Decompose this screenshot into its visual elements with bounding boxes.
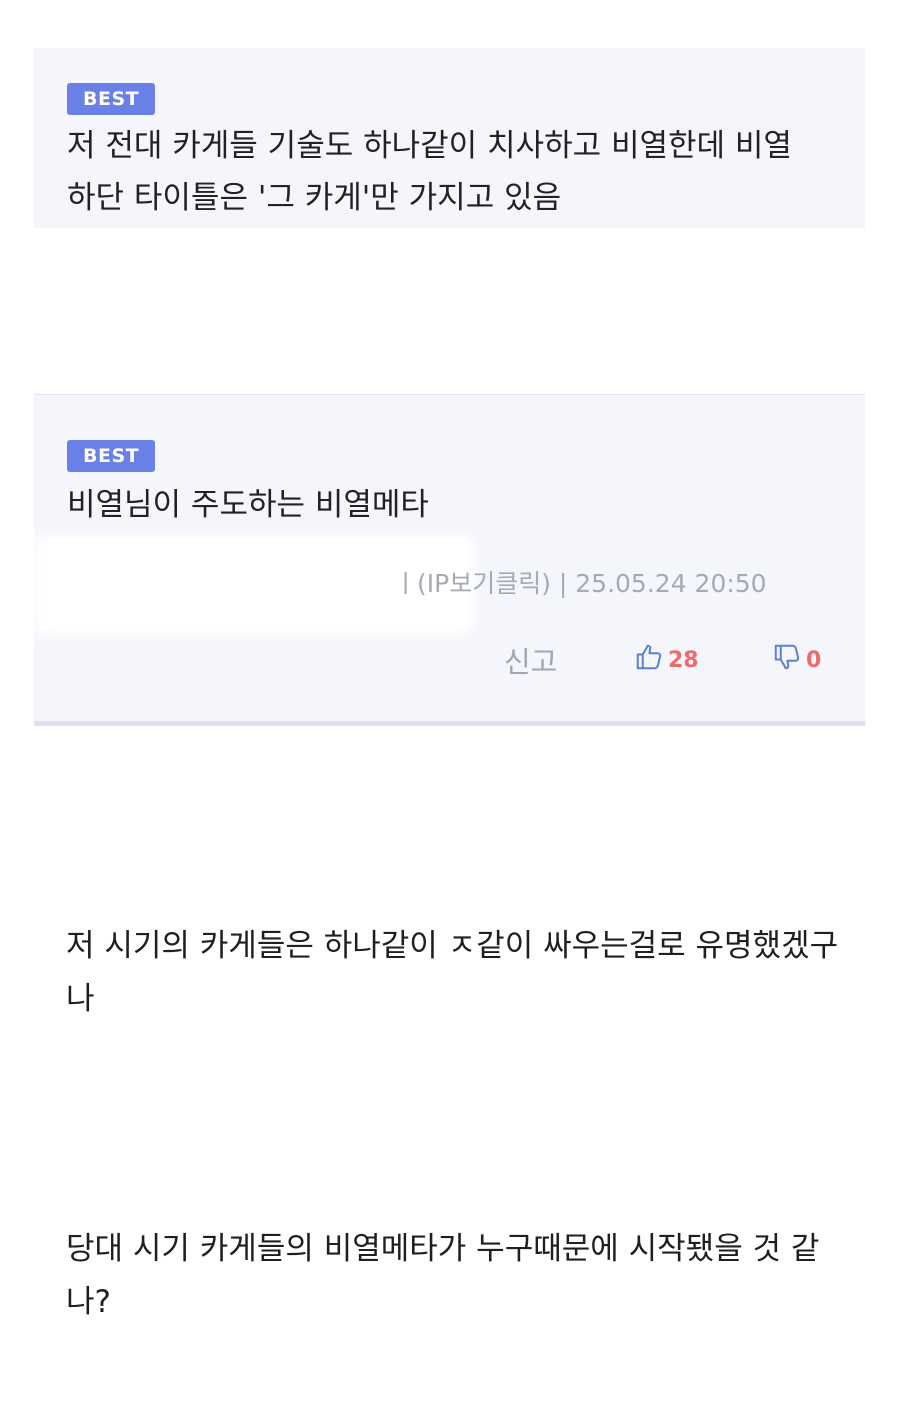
post-paragraph: 당대 시기 카게들의 비열메타가 누구때문에 시작됐을 것 같나? bbox=[66, 1231, 820, 1320]
dislike-button[interactable]: 0 bbox=[772, 641, 821, 679]
thumbs-up-icon bbox=[634, 641, 664, 679]
thumbs-down-icon bbox=[772, 641, 802, 679]
best-comment-card: BEST 비열님이 주도하는 비열메타 ㅣ(IP보기클릭) | 25.05.24… bbox=[34, 394, 865, 726]
comment-text: 저 전대 카게들 기술도 하나같이 치사하고 비열한데 비열하단 타이틀은 '그… bbox=[67, 128, 792, 216]
post-paragraph: 저 시기의 카게들은 하나같이 ㅈ같이 싸우는걸로 유명했겠구나 bbox=[66, 928, 839, 1017]
report-button[interactable]: 신고 bbox=[504, 639, 557, 681]
best-comment-card: BEST 저 전대 카게들 기술도 하나같이 치사하고 비열한데 비열하단 타이… bbox=[34, 48, 865, 228]
dislike-count: 0 bbox=[806, 647, 822, 673]
comment-meta: ㅣ(IP보기클릭) | 25.05.24 20:50 bbox=[394, 569, 767, 598]
comment-text: 비열님이 주도하는 비열메타 bbox=[67, 487, 429, 523]
best-badge: BEST bbox=[67, 440, 156, 472]
like-count: 28 bbox=[668, 647, 699, 673]
like-button[interactable]: 28 bbox=[634, 641, 699, 679]
best-badge: BEST bbox=[67, 83, 156, 115]
